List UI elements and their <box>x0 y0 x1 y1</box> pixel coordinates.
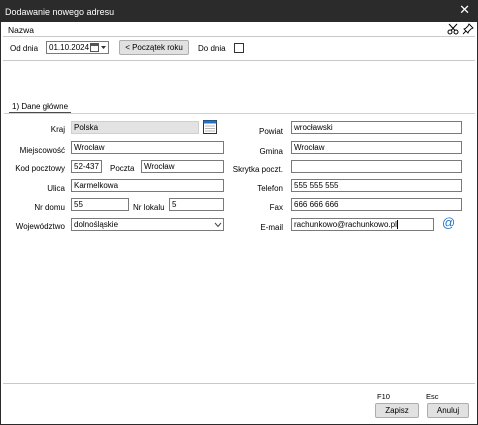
wojewodztwo-label: Województwo <box>15 222 65 231</box>
skrytka-field[interactable] <box>291 160 462 173</box>
start-of-year-button[interactable]: < Początek roku <box>119 40 189 55</box>
powiat-field[interactable]: wrocławski <box>291 121 462 134</box>
miejscowosc-field[interactable]: Wrocław <box>71 141 224 154</box>
save-shortcut-label: F10 <box>377 392 390 401</box>
email-send-icon[interactable]: @ <box>442 215 455 230</box>
nr-domu-field[interactable]: 55 <box>71 198 129 211</box>
poczta-label: Poczta <box>110 164 135 173</box>
calendar-dropdown-icon[interactable] <box>90 43 108 52</box>
pin-icon[interactable] <box>462 23 474 35</box>
name-label: Nazwa <box>8 25 34 35</box>
cancel-shortcut-label: Esc <box>426 392 439 401</box>
nr-lokalu-field[interactable]: 5 <box>169 198 224 211</box>
chevron-down-icon[interactable] <box>214 222 222 228</box>
od-dnia-label: Od dnia <box>10 44 39 53</box>
text-cursor <box>396 220 398 230</box>
miejscowosc-label: Miejscowość <box>19 146 65 155</box>
skrytka-label: Skrytka poczt. <box>232 165 283 174</box>
footer-divider <box>3 383 475 384</box>
email-label: E-mail <box>260 223 283 232</box>
fax-label: Fax <box>269 203 283 212</box>
nr-lokalu-label: Nr lokalu <box>133 203 165 212</box>
fax-field[interactable]: 666 666 666 <box>291 198 462 211</box>
close-icon[interactable]: ✕ <box>459 3 470 17</box>
gmina-field[interactable]: Wrocław <box>291 141 462 154</box>
toolbar-divider <box>3 36 475 37</box>
do-dnia-label: Do dnia <box>198 44 226 53</box>
date-divider <box>3 60 475 61</box>
title-bar: Dodawanie nowego adresu ✕ <box>1 1 477 22</box>
kod-pocztowy-label: Kod pocztowy <box>15 164 65 173</box>
wojewodztwo-select[interactable]: dolnośląskie <box>71 218 224 231</box>
tab-dane-glowne[interactable]: 1) Dane główne <box>9 100 72 113</box>
gmina-label: Gmina <box>259 147 283 156</box>
kraj-label: Kraj <box>50 125 65 134</box>
powiat-label: Powiat <box>258 127 283 136</box>
kraj-field: Polska <box>71 121 199 134</box>
telefon-field[interactable]: 555 555 555 <box>291 179 462 192</box>
kod-pocztowy-field[interactable]: 52-437 <box>71 160 102 173</box>
ulica-label: Ulica <box>47 184 65 193</box>
dialog-window: Dodawanie nowego adresu ✕ Nazwa Od dnia … <box>0 0 478 425</box>
save-button[interactable]: Zapisz <box>375 403 419 418</box>
country-picker-icon[interactable] <box>203 120 217 134</box>
email-field[interactable]: rachunkowo@rachunkowo.pl <box>291 218 434 231</box>
scissors-icon[interactable] <box>447 23 459 35</box>
nr-domu-label: Nr domu <box>34 203 65 212</box>
poczta-field[interactable]: Wrocław <box>141 160 224 173</box>
window-title: Dodawanie nowego adresu <box>5 7 115 17</box>
do-dnia-checkbox[interactable] <box>234 43 244 53</box>
cancel-button[interactable]: Anuluj <box>427 403 469 418</box>
ulica-field[interactable]: Karmelkowa <box>71 179 224 192</box>
telefon-label: Telefon <box>257 184 283 193</box>
